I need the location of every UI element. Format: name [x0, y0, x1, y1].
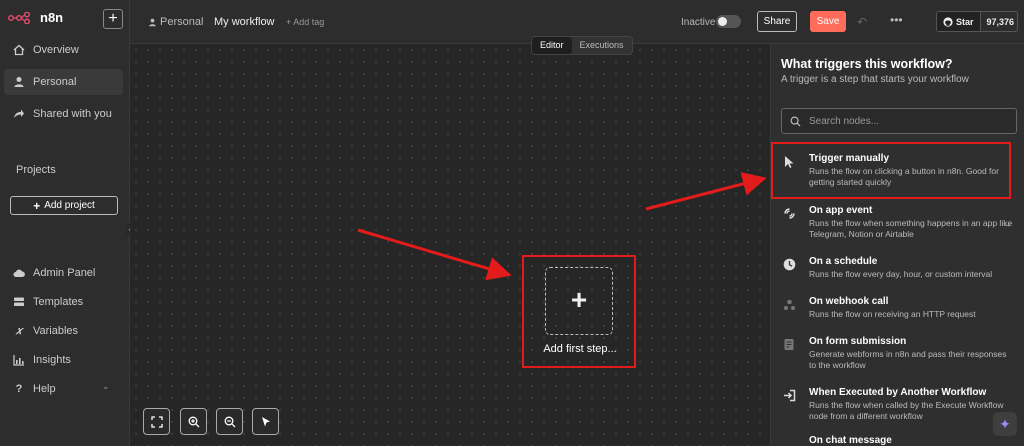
share-button[interactable]: Share — [757, 11, 797, 32]
fit-view-button[interactable] — [143, 408, 170, 435]
active-toggle[interactable] — [716, 15, 741, 28]
save-button[interactable]: Save — [810, 11, 846, 32]
projects-heading: Projects — [16, 164, 56, 176]
breadcrumb-label: Personal — [160, 16, 204, 28]
cloud-icon — [13, 267, 25, 279]
sidebar-item-personal[interactable]: Personal — [4, 69, 123, 95]
fit-view-icon — [150, 415, 163, 428]
sidebar-item-label: Help — [33, 383, 56, 395]
sidebar-item-label: Admin Panel — [33, 267, 96, 279]
github-star-count: 97,376 — [986, 16, 1015, 27]
trigger-desc: Runs the flow every day, hour, or custom… — [809, 269, 993, 279]
app-event-icon — [782, 207, 796, 221]
sidebar-item-admin-panel[interactable]: Admin Panel — [4, 260, 123, 286]
undo-icon[interactable]: ↶ — [857, 15, 867, 29]
zoom-out-icon — [224, 416, 235, 427]
trigger-name: On chat message — [809, 435, 892, 446]
github-icon — [943, 16, 953, 27]
create-new-button[interactable]: + — [103, 9, 123, 29]
sidebar-item-label: Personal — [33, 76, 77, 88]
sign-in-icon — [782, 389, 796, 403]
ai-assistant-button[interactable]: ✦ — [993, 412, 1017, 436]
node-search-box[interactable] — [781, 108, 1017, 134]
github-star-label: Star — [956, 16, 974, 27]
sidebar-item-help[interactable]: ? Help ⌄ — [4, 376, 123, 402]
sidebar-item-shared[interactable]: Shared with you — [4, 101, 123, 127]
tidy-up-button[interactable] — [252, 408, 279, 435]
tab-editor[interactable]: Editor — [532, 37, 572, 54]
n8n-logo-icon — [8, 11, 30, 24]
search-input[interactable] — [809, 115, 999, 127]
add-project-label: Add project — [44, 200, 95, 211]
trigger-name: On form submission — [809, 336, 907, 347]
help-icon: ? — [15, 383, 23, 395]
more-options-icon[interactable]: ••• — [890, 13, 903, 27]
zoom-in-button[interactable] — [180, 408, 207, 435]
cursor-icon — [261, 416, 270, 426]
active-status-label: Inactive — [681, 17, 716, 28]
home-icon — [13, 44, 25, 56]
app-name: n8n — [40, 10, 64, 25]
workflow-title[interactable]: My workflow — [214, 16, 275, 28]
annotation-highlight-box — [771, 142, 1011, 199]
trigger-name: On a schedule — [809, 256, 878, 267]
sidebar-item-templates[interactable]: Templates — [4, 289, 123, 315]
n8n-app: n8n + Overview Personal Shared with you … — [0, 0, 1024, 446]
github-star-left: Star — [937, 12, 981, 31]
share-icon — [13, 108, 25, 120]
arrow-right-icon: → — [1002, 219, 1012, 230]
sidebar-item-variables[interactable]: 𝑥 Variables — [4, 318, 123, 344]
panel-title: What triggers this workflow? — [781, 57, 953, 71]
sidebar-item-label: Variables — [33, 325, 79, 337]
sidebar: n8n + Overview Personal Shared with you … — [0, 0, 135, 446]
search-icon — [790, 116, 801, 127]
editor-mode-tabs: Editor Executions — [531, 36, 633, 55]
user-icon — [13, 76, 25, 88]
sidebar-item-label: Overview — [33, 44, 79, 56]
app-logo[interactable]: n8n — [8, 10, 63, 25]
trigger-name: On webhook call — [809, 296, 889, 307]
variables-icon: 𝑥 — [15, 324, 23, 337]
trigger-desc: Runs the flow when called by the Execute… — [809, 400, 1004, 421]
github-star-button[interactable]: Star 97,376 — [936, 11, 1018, 32]
plus-icon: + — [33, 198, 41, 213]
sidebar-item-label: Templates — [33, 296, 84, 308]
sparkle-icon: ✦ — [999, 415, 1011, 432]
sidebar-item-overview[interactable]: Overview — [4, 37, 123, 63]
webhook-icon — [782, 298, 796, 312]
zoom-out-button[interactable] — [216, 408, 243, 435]
tab-executions[interactable]: Executions — [572, 37, 632, 54]
templates-icon — [13, 296, 25, 308]
trigger-name: When Executed by Another Workflow — [809, 387, 987, 398]
workflow-canvas[interactable] — [130, 44, 770, 446]
add-tag-link[interactable]: + Add tag — [286, 17, 324, 27]
sidebar-item-insights[interactable]: Insights — [4, 347, 123, 373]
add-first-step-button[interactable]: + — [545, 267, 613, 335]
panel-subtitle: A trigger is a step that starts your wor… — [781, 74, 969, 85]
trigger-name: On app event — [809, 205, 873, 216]
breadcrumb-personal[interactable]: Personal — [148, 16, 203, 28]
sidebar-item-label: Shared with you — [33, 108, 112, 120]
form-icon — [782, 338, 796, 352]
trigger-desc: Runs the flow when something happens in … — [809, 218, 1013, 239]
user-icon — [149, 18, 156, 26]
clock-icon — [782, 258, 796, 272]
zoom-in-icon — [188, 416, 199, 427]
insights-icon — [13, 354, 25, 366]
sidebar-item-label: Insights — [33, 354, 71, 366]
trigger-panel — [770, 44, 1024, 446]
trigger-desc: Generate webforms in n8n and pass their … — [809, 349, 1007, 370]
chevron-down-icon: ⌄ — [102, 381, 110, 391]
trigger-desc: Runs the flow on receiving an HTTP reque… — [809, 309, 976, 319]
add-first-step-label: Add first step... — [543, 343, 617, 355]
add-project-button[interactable]: + Add project — [10, 196, 118, 215]
